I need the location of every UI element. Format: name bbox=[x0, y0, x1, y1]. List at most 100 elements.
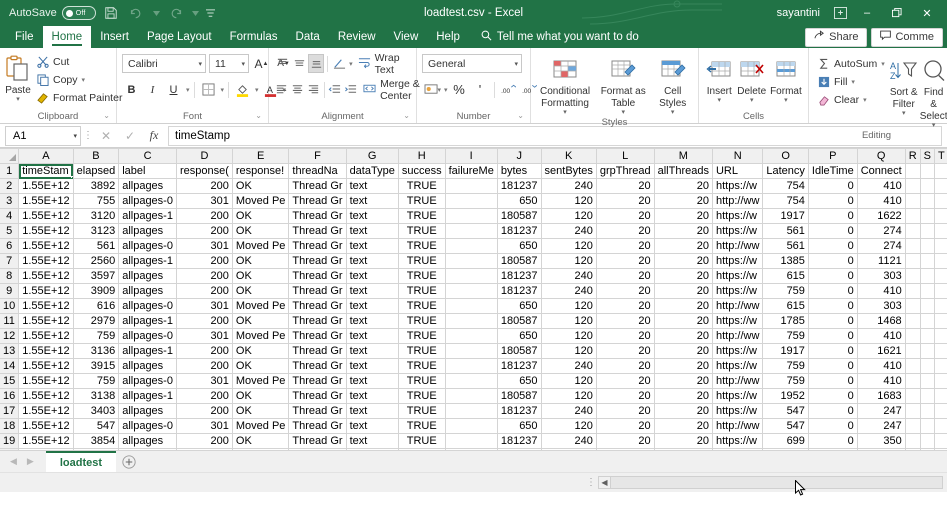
cell-D6[interactable]: 301 bbox=[176, 239, 232, 254]
tab-view[interactable]: View bbox=[385, 26, 428, 48]
cell-B4[interactable]: 3120 bbox=[73, 209, 119, 224]
cell-P17[interactable]: 0 bbox=[808, 404, 857, 419]
cell-F20[interactable]: Thread Gr bbox=[289, 449, 346, 451]
cell-O2[interactable]: 754 bbox=[763, 179, 809, 194]
cell-S1[interactable] bbox=[920, 164, 934, 179]
cell-C16[interactable]: allpages-1 bbox=[119, 389, 177, 404]
row-header-13[interactable]: 13 bbox=[0, 344, 19, 359]
name-box[interactable]: A1 ▾ bbox=[5, 126, 81, 146]
cell-O14[interactable]: 759 bbox=[763, 359, 809, 374]
cell-F3[interactable]: Thread Gr bbox=[289, 194, 346, 209]
col-header-D[interactable]: D bbox=[176, 149, 232, 164]
cell-R2[interactable] bbox=[905, 179, 920, 194]
cell-I1[interactable]: failureMe bbox=[445, 164, 497, 179]
cell-S7[interactable] bbox=[920, 254, 934, 269]
cell-R8[interactable] bbox=[905, 269, 920, 284]
cell-J6[interactable]: 650 bbox=[497, 239, 541, 254]
cell-L2[interactable]: 20 bbox=[596, 179, 654, 194]
increase-decimal-button[interactable]: .00 bbox=[499, 80, 518, 99]
cell-D15[interactable]: 301 bbox=[176, 374, 232, 389]
cell-F8[interactable]: Thread Gr bbox=[289, 269, 346, 284]
conditional-formatting-button[interactable]: Conditional Formatting ▾ bbox=[536, 52, 594, 116]
cell-G20[interactable]: text bbox=[346, 449, 398, 451]
cell-I9[interactable] bbox=[445, 284, 497, 299]
confirm-entry-icon[interactable]: ✓ bbox=[119, 126, 141, 146]
cell-N16[interactable]: https://w bbox=[712, 389, 762, 404]
tab-review[interactable]: Review bbox=[329, 26, 385, 48]
percent-style-button[interactable]: % bbox=[450, 80, 469, 99]
cell-G2[interactable]: text bbox=[346, 179, 398, 194]
cell-T17[interactable] bbox=[934, 404, 947, 419]
cell-F10[interactable]: Thread Gr bbox=[289, 299, 346, 314]
row-header-19[interactable]: 19 bbox=[0, 434, 19, 449]
cell-T1[interactable] bbox=[934, 164, 947, 179]
cell-E16[interactable]: OK bbox=[232, 389, 289, 404]
cell-K20[interactable]: 120 bbox=[541, 449, 596, 451]
align-right-button[interactable] bbox=[306, 80, 321, 99]
cell-Q14[interactable]: 410 bbox=[857, 359, 905, 374]
cell-I2[interactable] bbox=[445, 179, 497, 194]
tab-data[interactable]: Data bbox=[287, 26, 329, 48]
cell-C11[interactable]: allpages-1 bbox=[119, 314, 177, 329]
comments-button[interactable]: Comme bbox=[871, 28, 943, 47]
cell-M19[interactable]: 20 bbox=[654, 434, 712, 449]
col-header-L[interactable]: L bbox=[596, 149, 654, 164]
cell-H20[interactable]: TRUE bbox=[398, 449, 445, 451]
cell-D18[interactable]: 301 bbox=[176, 419, 232, 434]
insert-function-icon[interactable]: fx bbox=[143, 126, 165, 146]
cell-T20[interactable] bbox=[934, 449, 947, 451]
cell-S6[interactable] bbox=[920, 239, 934, 254]
cell-K3[interactable]: 120 bbox=[541, 194, 596, 209]
cell-O18[interactable]: 547 bbox=[763, 419, 809, 434]
cell-M12[interactable]: 20 bbox=[654, 329, 712, 344]
cell-I6[interactable] bbox=[445, 239, 497, 254]
cell-P13[interactable]: 0 bbox=[808, 344, 857, 359]
cell-I19[interactable] bbox=[445, 434, 497, 449]
font-size-caret-icon[interactable]: ▾ bbox=[241, 60, 245, 68]
cell-K5[interactable]: 240 bbox=[541, 224, 596, 239]
cell-M7[interactable]: 20 bbox=[654, 254, 712, 269]
cell-A11[interactable]: 1.55E+12 bbox=[19, 314, 73, 329]
cell-R16[interactable] bbox=[905, 389, 920, 404]
cell-Q17[interactable]: 247 bbox=[857, 404, 905, 419]
number-format-caret-icon[interactable]: ▾ bbox=[514, 60, 518, 68]
cell-J16[interactable]: 180587 bbox=[497, 389, 541, 404]
cell-G19[interactable]: text bbox=[346, 434, 398, 449]
cell-J15[interactable]: 650 bbox=[497, 374, 541, 389]
cell-J4[interactable]: 180587 bbox=[497, 209, 541, 224]
col-header-B[interactable]: B bbox=[73, 149, 119, 164]
font-name-combo[interactable]: Calibri ▾ bbox=[122, 54, 206, 73]
redo-icon[interactable] bbox=[165, 2, 187, 24]
cell-F13[interactable]: Thread Gr bbox=[289, 344, 346, 359]
cell-E11[interactable]: OK bbox=[232, 314, 289, 329]
cell-S8[interactable] bbox=[920, 269, 934, 284]
cell-K18[interactable]: 120 bbox=[541, 419, 596, 434]
cell-M18[interactable]: 20 bbox=[654, 419, 712, 434]
cell-M5[interactable]: 20 bbox=[654, 224, 712, 239]
cell-H16[interactable]: TRUE bbox=[398, 389, 445, 404]
accounting-caret-icon[interactable]: ▾ bbox=[444, 86, 448, 94]
cell-L3[interactable]: 20 bbox=[596, 194, 654, 209]
cell-A13[interactable]: 1.55E+12 bbox=[19, 344, 73, 359]
share-button[interactable]: Share bbox=[805, 28, 867, 47]
cell-L5[interactable]: 20 bbox=[596, 224, 654, 239]
select-all-corner[interactable] bbox=[0, 149, 19, 164]
cell-T3[interactable] bbox=[934, 194, 947, 209]
cell-I4[interactable] bbox=[445, 209, 497, 224]
cell-K14[interactable]: 240 bbox=[541, 359, 596, 374]
delete-cells-caret-icon[interactable]: ▾ bbox=[750, 98, 754, 104]
increase-indent-button[interactable] bbox=[343, 80, 358, 99]
cell-Q15[interactable]: 410 bbox=[857, 374, 905, 389]
cell-Q19[interactable]: 350 bbox=[857, 434, 905, 449]
cell-R17[interactable] bbox=[905, 404, 920, 419]
cell-P11[interactable]: 0 bbox=[808, 314, 857, 329]
accounting-format-button[interactable] bbox=[422, 80, 441, 99]
cell-R19[interactable] bbox=[905, 434, 920, 449]
cell-E13[interactable]: OK bbox=[232, 344, 289, 359]
cell-I18[interactable] bbox=[445, 419, 497, 434]
cell-D8[interactable]: 200 bbox=[176, 269, 232, 284]
cell-T4[interactable] bbox=[934, 209, 947, 224]
row-header-17[interactable]: 17 bbox=[0, 404, 19, 419]
close-button[interactable]: ✕ bbox=[913, 1, 941, 25]
cell-F2[interactable]: Thread Gr bbox=[289, 179, 346, 194]
